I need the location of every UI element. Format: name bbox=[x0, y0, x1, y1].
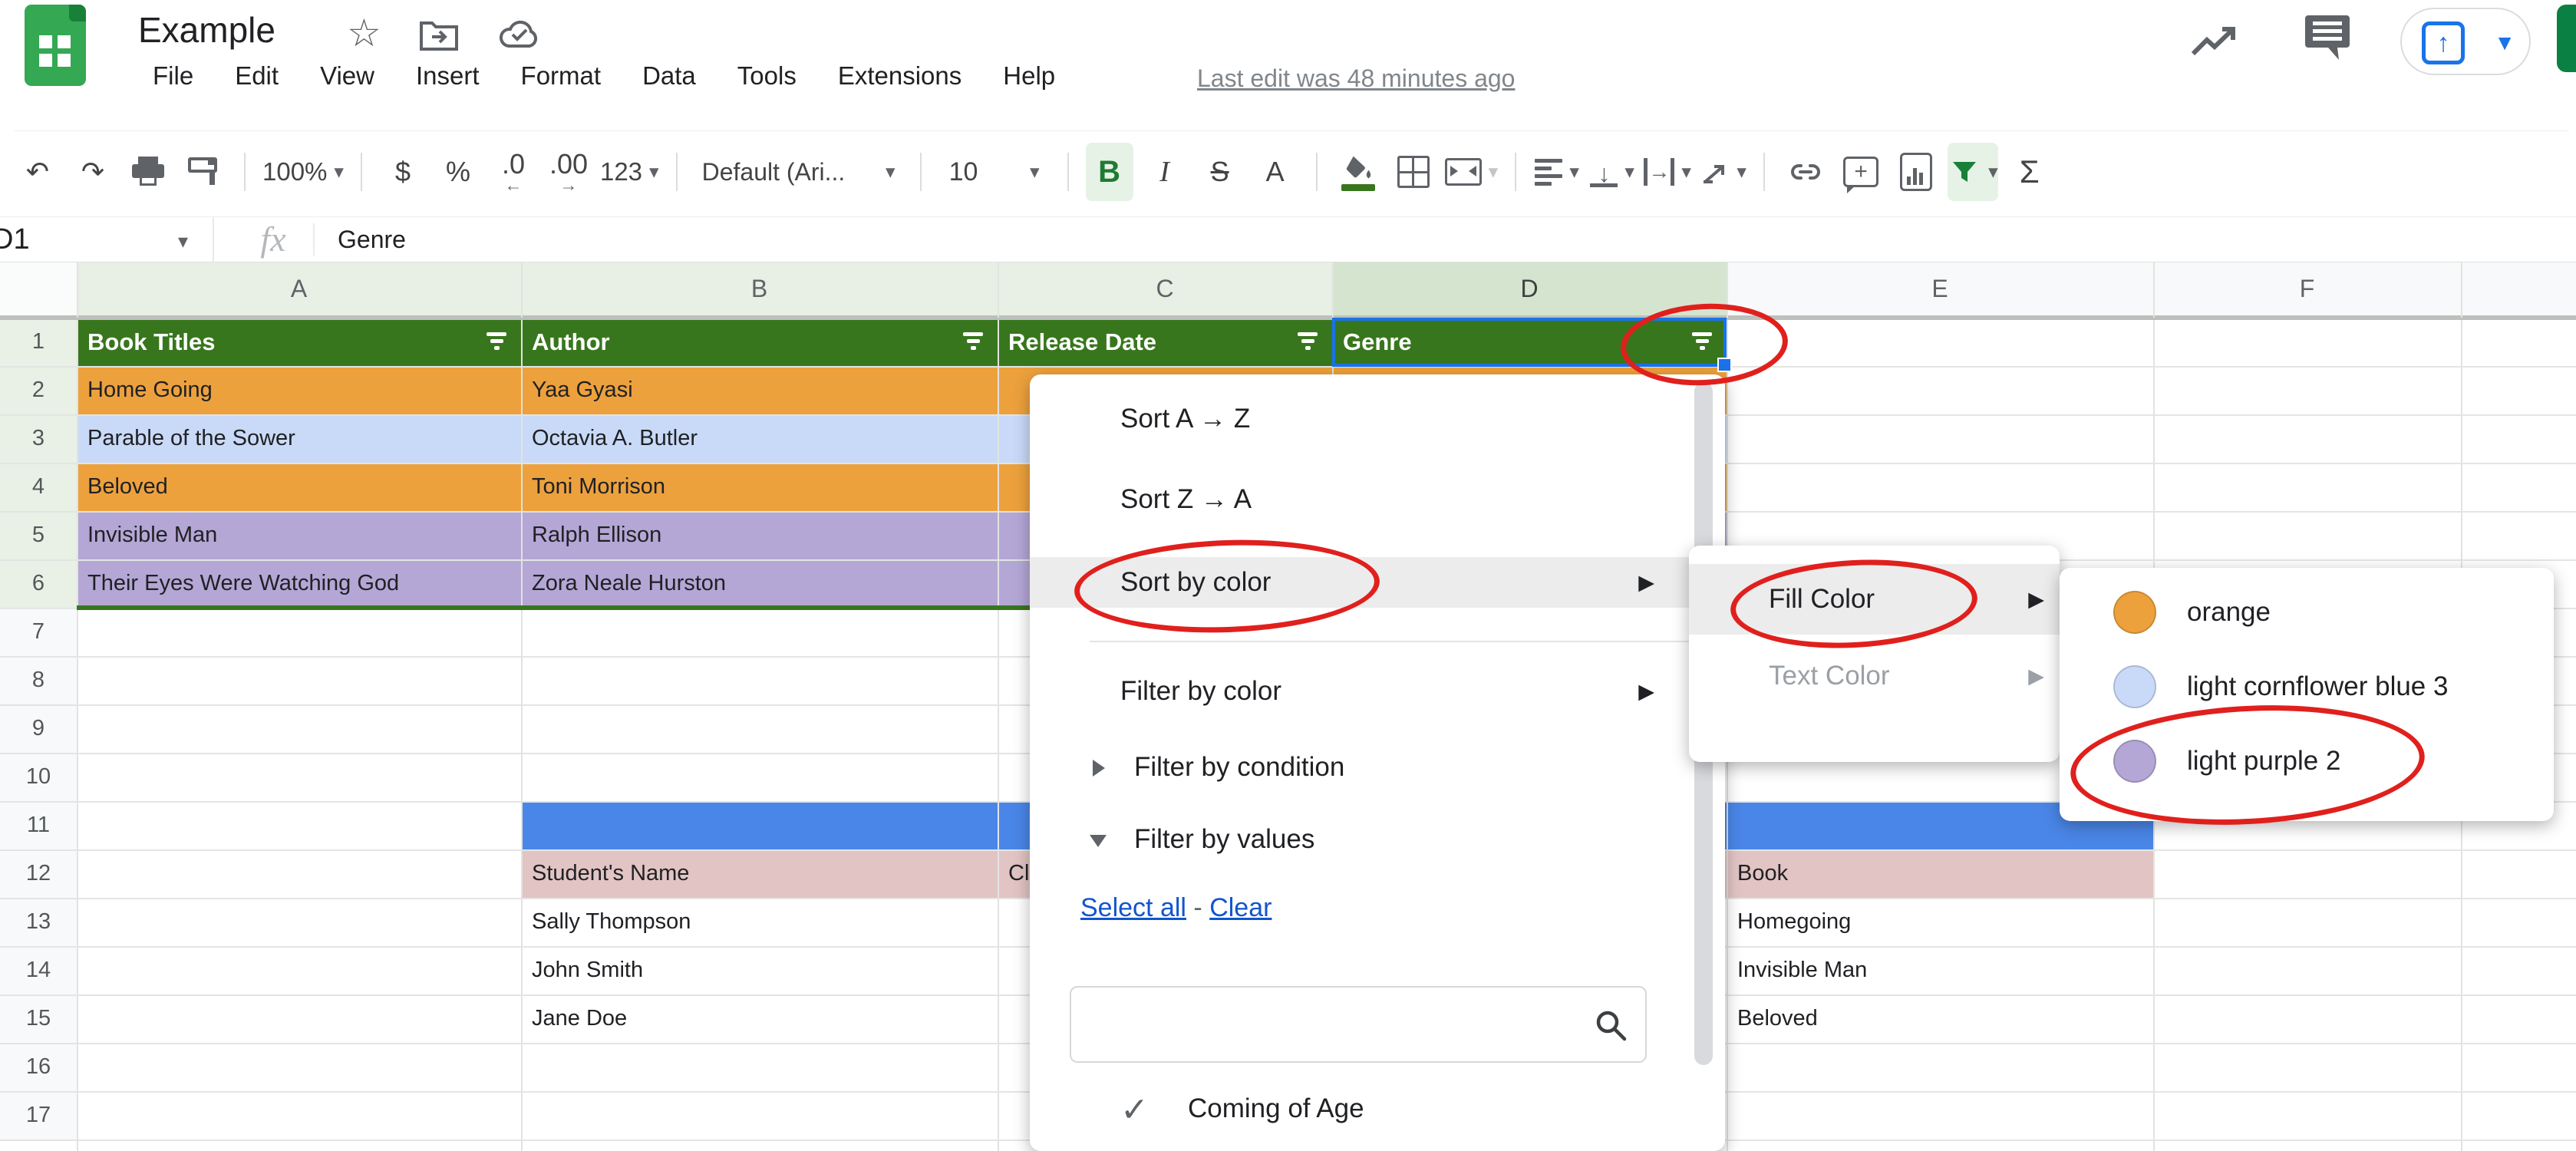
menu-item-text-color: Text Color ▶ bbox=[1689, 641, 2060, 711]
checkmark-icon: ✓ bbox=[1120, 1090, 1149, 1130]
cell-E13[interactable]: Homegoing bbox=[1727, 898, 2153, 946]
cell-B3[interactable]: Octavia A. Butler bbox=[521, 414, 998, 463]
cell-B2[interactable]: Yaa Gyasi bbox=[521, 366, 998, 414]
header-filter-icon[interactable] bbox=[1294, 328, 1321, 356]
row-header-10[interactable]: 10 bbox=[0, 753, 77, 801]
column-header-B[interactable]: B bbox=[521, 262, 998, 315]
row-header-14[interactable]: 14 bbox=[0, 946, 77, 994]
submenu-arrow-icon: ▶ bbox=[2028, 665, 2044, 688]
submenu-arrow-icon: ▶ bbox=[1638, 571, 1654, 595]
filter-search-input[interactable] bbox=[1071, 988, 1645, 1061]
cell-E15[interactable]: Beloved bbox=[1727, 994, 2153, 1043]
row-header-2[interactable]: 2 bbox=[0, 366, 77, 414]
menu-item-sort-za[interactable]: Sort Z → A bbox=[1030, 475, 1725, 524]
cell-A4[interactable]: Beloved bbox=[77, 463, 521, 511]
cell-B4[interactable]: Toni Morrison bbox=[521, 463, 998, 511]
cell-A1[interactable]: Book Titles bbox=[77, 318, 521, 366]
select-all-corner[interactable] bbox=[0, 262, 77, 315]
cell-E12[interactable]: Book bbox=[1727, 849, 2153, 898]
filter-value-item[interactable]: ✓ Coming of Age bbox=[1030, 1084, 1725, 1133]
row-header-8[interactable]: 8 bbox=[0, 656, 77, 704]
color-option-orange[interactable]: orange bbox=[2060, 576, 2554, 649]
filter-search-box bbox=[1070, 986, 1647, 1063]
expanded-triangle-icon[interactable] bbox=[1090, 835, 1107, 847]
google-sheets-app: Example ☆ File Edit View Insert Format D… bbox=[0, 0, 2576, 1151]
menu-item-sort-az[interactable]: Sort A → Z bbox=[1030, 394, 1725, 444]
menu-item-filter-by-color[interactable]: Filter by color ▶ bbox=[1030, 667, 1725, 716]
row-header-7[interactable]: 7 bbox=[0, 608, 77, 656]
filter-dropdown-menu: Sort A → Z Sort Z → A Sort by color ▶ Fi… bbox=[1030, 374, 1725, 1151]
column-header-F[interactable]: F bbox=[2153, 262, 2461, 315]
search-icon bbox=[1593, 1008, 1630, 1044]
collapsed-triangle-icon[interactable] bbox=[1093, 760, 1105, 777]
menu-divider bbox=[1090, 641, 1694, 642]
row-header-17[interactable]: 17 bbox=[0, 1091, 77, 1139]
cell-B15[interactable]: Jane Doe bbox=[521, 994, 998, 1043]
menu-item-filter-by-values[interactable]: Filter by values bbox=[1030, 815, 1725, 864]
submenu-arrow-icon: ▶ bbox=[1638, 680, 1654, 704]
cell-E14[interactable]: Invisible Man bbox=[1727, 946, 2153, 994]
cell-B5[interactable]: Ralph Ellison bbox=[521, 511, 998, 559]
row-header-4[interactable]: 4 bbox=[0, 463, 77, 511]
column-header-A[interactable]: A bbox=[77, 262, 521, 315]
cell-B6[interactable]: Zora Neale Hurston bbox=[521, 559, 998, 608]
header-filter-icon[interactable] bbox=[959, 328, 987, 356]
cell-B14[interactable]: John Smith bbox=[521, 946, 998, 994]
row-header-12[interactable]: 12 bbox=[0, 849, 77, 898]
column-header-D[interactable]: D bbox=[1332, 262, 1727, 315]
cell-A3[interactable]: Parable of the Sower bbox=[77, 414, 521, 463]
menu-item-filter-by-condition[interactable]: Filter by condition bbox=[1030, 743, 1725, 792]
cell-A6[interactable]: Their Eyes Were Watching God bbox=[77, 559, 521, 608]
row-header-1[interactable]: 1 bbox=[0, 318, 77, 366]
row-header-6[interactable]: 6 bbox=[0, 559, 77, 608]
cell-B12[interactable]: Student's Name bbox=[521, 849, 998, 898]
cell-A2[interactable]: Home Going bbox=[77, 366, 521, 414]
clear-link[interactable]: Clear bbox=[1209, 893, 1272, 922]
select-all-link[interactable]: Select all bbox=[1080, 893, 1186, 922]
column-header-C[interactable]: C bbox=[998, 262, 1332, 315]
filter-values-links: Select all - Clear bbox=[1080, 893, 1272, 923]
row-header-16[interactable]: 16 bbox=[0, 1043, 77, 1091]
column-header-E[interactable]: E bbox=[1727, 262, 2153, 315]
cell-B11[interactable] bbox=[521, 801, 998, 849]
row-header-9[interactable]: 9 bbox=[0, 704, 77, 753]
cell-B13[interactable]: Sally Thompson bbox=[521, 898, 998, 946]
cell-A5[interactable]: Invisible Man bbox=[77, 511, 521, 559]
submenu-arrow-icon: ▶ bbox=[2028, 588, 2044, 612]
color-swatch-icon bbox=[2113, 665, 2156, 708]
color-swatch-icon bbox=[2113, 591, 2156, 634]
row-header-13[interactable]: 13 bbox=[0, 898, 77, 946]
cell-B1[interactable]: Author bbox=[521, 318, 998, 366]
cell-C1[interactable]: Release Date bbox=[998, 318, 1332, 366]
row-header-11[interactable]: 11 bbox=[0, 801, 77, 849]
row-header-15[interactable]: 15 bbox=[0, 994, 77, 1043]
row-header-3[interactable]: 3 bbox=[0, 414, 77, 463]
row-header-5[interactable]: 5 bbox=[0, 511, 77, 559]
column-header-G[interactable]: G bbox=[2461, 262, 2576, 315]
header-filter-icon[interactable] bbox=[483, 328, 510, 356]
